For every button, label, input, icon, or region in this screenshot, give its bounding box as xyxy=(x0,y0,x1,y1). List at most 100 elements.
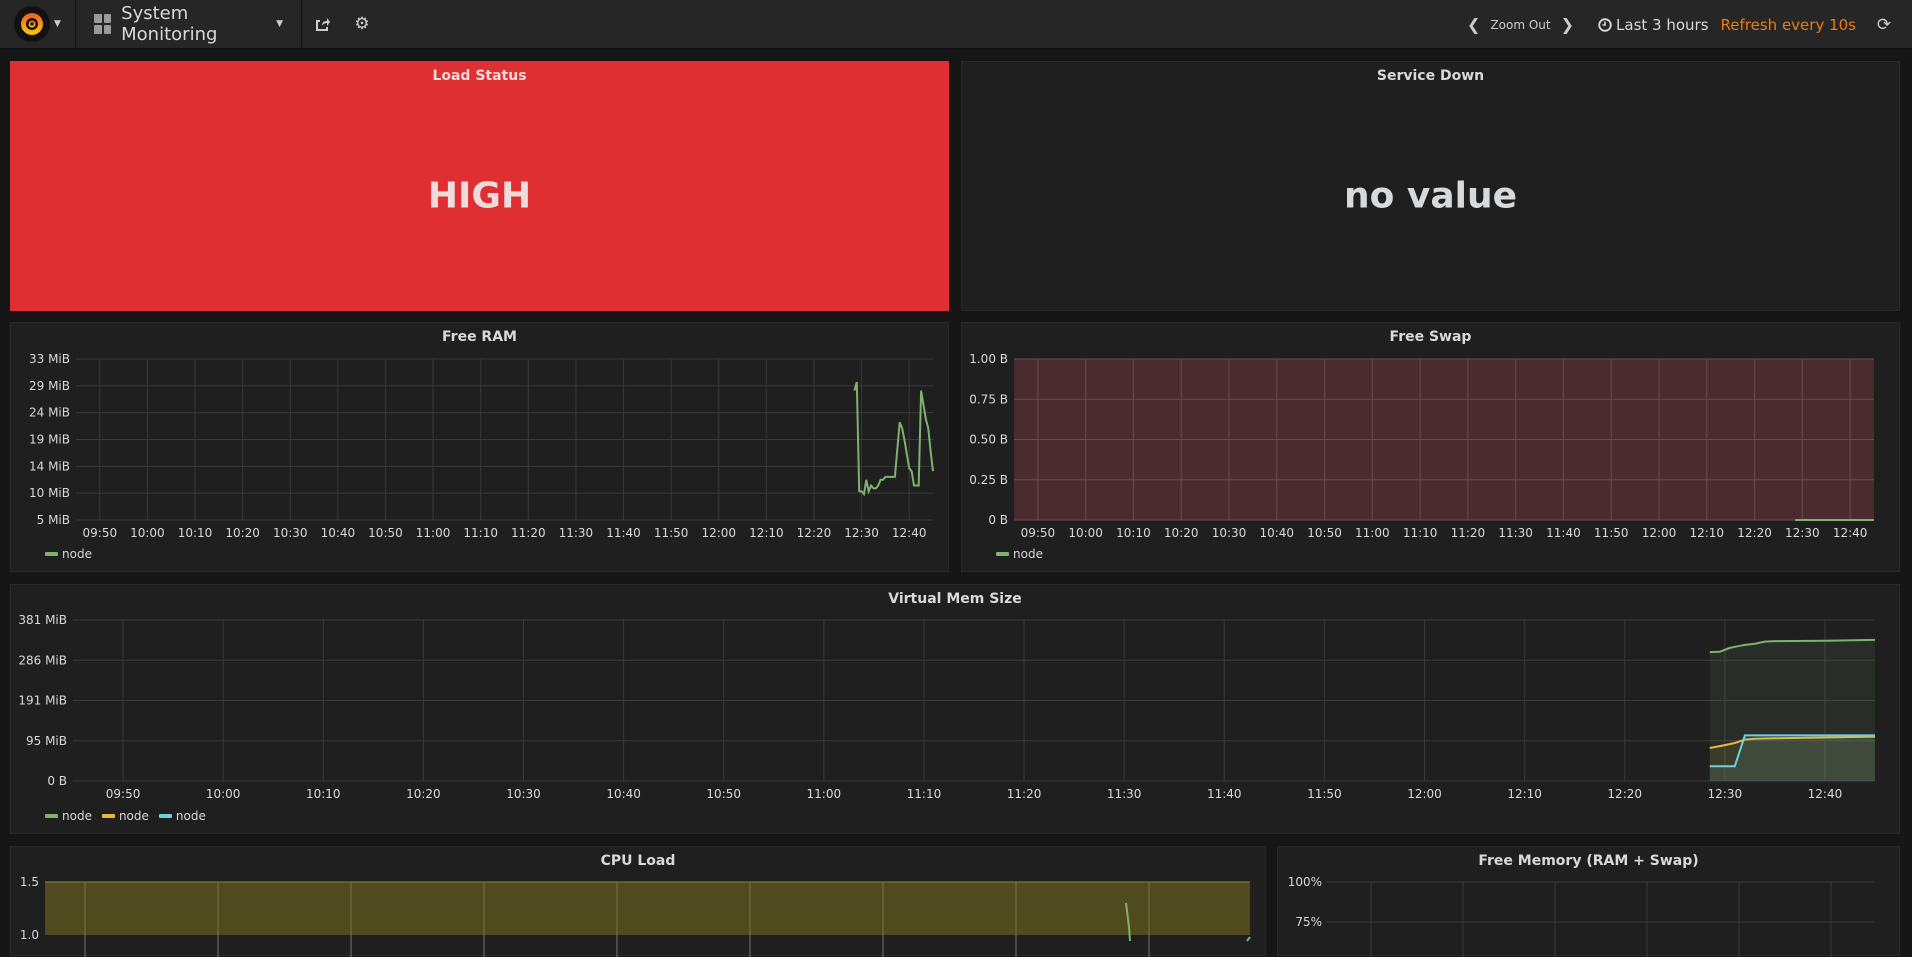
x-tick-label: 11:50 xyxy=(1307,787,1342,801)
legend-swatch xyxy=(996,552,1009,556)
panel-load-status[interactable]: Load Status HIGH xyxy=(10,61,949,311)
x-tick-label: 11:50 xyxy=(654,526,689,540)
chevron-left-icon[interactable]: ❮ xyxy=(1457,15,1490,34)
legend-item[interactable]: node xyxy=(101,809,149,823)
grafana-menu-button[interactable]: ▼ xyxy=(0,0,76,49)
x-tick-label: 09:50 xyxy=(1021,526,1056,540)
x-tick-label: 12:40 xyxy=(1808,787,1843,801)
refresh-button[interactable]: ⟳ xyxy=(1856,0,1912,49)
gear-icon: ⚙ xyxy=(354,14,370,34)
legend-label: node xyxy=(175,809,206,823)
x-tick-label: 11:20 xyxy=(1451,526,1486,540)
x-tick-label: 12:30 xyxy=(1708,787,1743,801)
virtual-mem-chart[interactable]: 381 MiB 286 MiB 191 MiB 95 MiB 0 B 09:50 10:00… xyxy=(11,585,1901,835)
x-tick-label: 10:40 xyxy=(321,526,356,540)
stat-value: no value xyxy=(1343,175,1518,217)
x-tick-label: 11:20 xyxy=(1007,787,1042,801)
x-tick-label: 12:40 xyxy=(892,526,927,540)
settings-button[interactable]: ⚙ xyxy=(342,0,382,49)
x-tick-label: 10:20 xyxy=(406,787,441,801)
time-range-picker[interactable]: Last 3 hours xyxy=(1598,16,1709,34)
x-tick-label: 11:40 xyxy=(1546,526,1581,540)
x-tick-label: 12:40 xyxy=(1833,526,1868,540)
x-tick-label: 10:00 xyxy=(206,787,241,801)
legend-swatch xyxy=(101,814,115,818)
x-tick-label: 11:30 xyxy=(1107,787,1142,801)
x-tick-label: 10:30 xyxy=(273,526,308,540)
y-tick-label: 0.50 B xyxy=(969,433,1008,447)
x-tick-label: 10:50 xyxy=(706,787,741,801)
y-tick-label: 95 MiB xyxy=(26,734,67,748)
y-tick-label: 75% xyxy=(1295,915,1322,929)
dashboard-picker[interactable]: System Monitoring ▼ xyxy=(76,0,302,49)
panel-service-down[interactable]: Service Down no value xyxy=(961,61,1900,311)
y-tick-label: 5 MiB xyxy=(37,513,70,527)
y-tick-label: 1.5 xyxy=(20,875,39,889)
x-tick-label: 12:20 xyxy=(1737,526,1772,540)
zoom-out-button[interactable]: Zoom Out xyxy=(1490,18,1550,32)
free-ram-chart[interactable]: 33 MiB 29 MiB 24 MiB 19 MiB 14 MiB 10 MiB 5 Mi… xyxy=(11,323,950,573)
y-tick-label: 0 B xyxy=(47,774,67,788)
caret-down-icon: ▼ xyxy=(54,19,61,29)
stat-value: HIGH xyxy=(427,175,532,217)
x-tick-label: 12:00 xyxy=(701,526,736,540)
x-tick-label: 10:00 xyxy=(1068,526,1103,540)
x-tick-label: 11:10 xyxy=(463,526,498,540)
y-tick-label: 0 B xyxy=(988,513,1008,527)
threshold-area xyxy=(45,882,1250,935)
x-tick-label: 11:10 xyxy=(1403,526,1438,540)
y-tick-label: 286 MiB xyxy=(18,653,67,667)
y-tick-label: 19 MiB xyxy=(29,433,70,447)
series-line xyxy=(853,381,934,497)
x-tick-label: 11:20 xyxy=(511,526,546,540)
chevron-right-icon[interactable]: ❯ xyxy=(1551,15,1584,34)
dashboard-title: System Monitoring xyxy=(121,3,218,45)
x-tick-label: 12:30 xyxy=(1785,526,1820,540)
x-tick-label: 09:50 xyxy=(83,526,118,540)
legend-item[interactable]: node xyxy=(45,809,92,823)
time-range-label: Last 3 hours xyxy=(1616,15,1709,34)
legend-swatch xyxy=(45,814,58,818)
y-tick-label: 29 MiB xyxy=(29,379,70,393)
time-controls: ❮ Zoom Out ❯ Last 3 hours Refresh every … xyxy=(1457,0,1912,49)
chart-legend: node node node xyxy=(45,809,206,823)
x-tick-label: 10:50 xyxy=(368,526,403,540)
panel-virtual-mem[interactable]: Virtual Mem Size 381 MiB 286 MiB 191 MiB 95… xyxy=(10,584,1900,834)
series-line xyxy=(1246,936,1251,942)
legend-item[interactable]: node xyxy=(45,547,92,561)
share-button[interactable] xyxy=(302,0,342,49)
x-tick-label: 10:50 xyxy=(1307,526,1342,540)
panel-free-ram[interactable]: Free RAM 33 MiB 29 MiB 24 MiB 19 MiB 14 MiB 1… xyxy=(10,322,949,572)
y-tick-label: 14 MiB xyxy=(29,459,70,473)
legend-item[interactable]: node xyxy=(158,809,206,823)
free-memory-chart[interactable]: 100% 75% xyxy=(1278,847,1901,957)
y-tick-label: 0.25 B xyxy=(969,473,1008,487)
top-navbar: ▼ System Monitoring ▼ ⚙ ❮ Zoom Out ❯ Las… xyxy=(0,0,1912,49)
y-tick-label: 33 MiB xyxy=(29,352,70,366)
refresh-interval[interactable]: Refresh every 10s xyxy=(1721,16,1856,34)
x-tick-label: 11:50 xyxy=(1594,526,1629,540)
x-tick-label: 12:10 xyxy=(1507,787,1542,801)
panel-title: Load Status xyxy=(432,68,527,84)
x-tick-label: 11:40 xyxy=(606,526,641,540)
panel-free-swap[interactable]: Free Swap 1.00 B 0.75 B 0.50 B 0.25 B0 B 09:… xyxy=(961,322,1900,572)
share-icon xyxy=(316,18,330,31)
grafana-logo-icon xyxy=(14,6,51,42)
cpu-load-chart[interactable]: 1.5 1.0 xyxy=(11,847,1267,957)
panel-title: Service Down xyxy=(1376,68,1485,84)
y-tick-label: 10 MiB xyxy=(29,486,70,500)
legend-item[interactable]: node xyxy=(996,547,1043,561)
free-swap-chart[interactable]: 1.00 B 0.75 B 0.50 B 0.25 B 0 B 09:50 10:00 10:… xyxy=(962,323,1901,573)
legend-label: node xyxy=(62,547,92,561)
legend-swatch xyxy=(158,814,172,818)
legend-label: node xyxy=(62,809,92,823)
x-tick-label: 10:00 xyxy=(130,526,165,540)
y-tick-label: 1.00 B xyxy=(969,352,1008,366)
y-tick-label: 381 MiB xyxy=(18,613,67,627)
x-tick-label: 12:20 xyxy=(797,526,832,540)
legend-swatch xyxy=(45,552,58,556)
legend-label: node xyxy=(118,809,149,823)
x-tick-label: 10:30 xyxy=(506,787,541,801)
x-tick-label: 12:00 xyxy=(1642,526,1677,540)
chart-legend: node xyxy=(45,547,92,561)
